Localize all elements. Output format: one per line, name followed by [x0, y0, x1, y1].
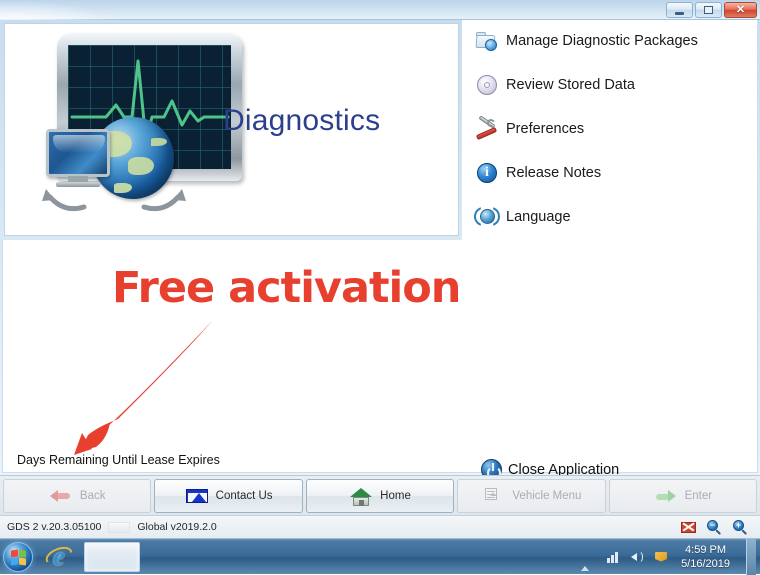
menu-item-label: Manage Diagnostic Packages: [506, 33, 698, 49]
zoom-in-icon[interactable]: +: [733, 519, 748, 535]
back-button[interactable]: Back: [3, 478, 152, 513]
maximize-button[interactable]: [695, 2, 722, 18]
menu-item-label: Preferences: [506, 121, 585, 137]
vehicle-menu-button-label: Vehicle Menu: [512, 489, 582, 502]
start-orb-icon[interactable]: [3, 541, 33, 572]
status-bar-left: GDS 2 v.20.3.05100 Global v2019.2.0: [0, 521, 217, 533]
house-icon: [349, 486, 373, 506]
volume-icon[interactable]: [629, 549, 645, 565]
menu-item-manage-diagnostic-packages[interactable]: Manage Diagnostic Packages: [475, 28, 698, 54]
computer-icon: [46, 129, 110, 187]
global-version-label: Global v2019.2.0: [137, 521, 217, 533]
menu-item-language[interactable]: Language: [474, 204, 571, 230]
app-version-label: GDS 2 v.20.3.05100: [7, 521, 102, 533]
close-icon: ✕: [735, 4, 746, 16]
contact-us-button-label: Contact Us: [215, 489, 273, 502]
home-button[interactable]: Home: [305, 478, 455, 513]
page-title: Diagnostics: [223, 104, 381, 137]
enter-button[interactable]: Enter: [608, 478, 758, 513]
menu-item-label: Release Notes: [506, 165, 602, 181]
vehicle-menu-icon: [481, 486, 505, 506]
envelope-icon: [185, 486, 209, 506]
bottom-button-bar: Back Contact Us Home Vehicle Menu Enter: [0, 475, 760, 515]
menu-item-review-stored-data[interactable]: Review Stored Data: [476, 72, 635, 98]
diagnostics-logo: [30, 29, 242, 224]
taskbar-clock[interactable]: 4:59 PM 5/16/2019: [677, 543, 738, 571]
enter-arrow-icon: [654, 486, 678, 506]
clock-time: 4:59 PM: [685, 543, 727, 556]
maximize-icon: [704, 6, 713, 14]
status-bar-icons: − +: [681, 519, 760, 535]
internet-explorer-icon[interactable]: e: [42, 542, 76, 572]
home-button-label: Home: [380, 489, 411, 502]
menu-item-label: Language: [506, 209, 571, 225]
status-bar: GDS 2 v.20.3.05100 Global v2019.2.0 − +: [0, 515, 760, 538]
clock-date: 5/16/2019: [681, 557, 730, 570]
active-window-task[interactable]: [84, 541, 140, 572]
show-desktop-button[interactable]: [746, 538, 756, 575]
content-area: Diagnostics Manage Diagnostic Packages R…: [0, 20, 760, 489]
back-button-label: Back: [79, 489, 106, 502]
show-hidden-icons[interactable]: [581, 548, 597, 571]
menu-item-preferences[interactable]: Preferences: [475, 115, 585, 142]
contact-us-button[interactable]: Contact Us: [154, 478, 303, 513]
lease-label: Days Remaining Until Lease Expires: [17, 453, 220, 467]
minimize-icon: [675, 11, 684, 15]
tools-icon: [475, 115, 498, 141]
mail-error-icon[interactable]: [681, 520, 696, 535]
zoom-out-icon[interactable]: −: [707, 519, 722, 535]
menu-item-release-notes[interactable]: i Release Notes: [476, 160, 601, 186]
close-button[interactable]: ✕: [724, 2, 757, 18]
windows-taskbar: e 4:59 PM 5/16/2019: [0, 538, 760, 575]
diagnostics-banner-panel: Diagnostics: [4, 23, 459, 236]
info-icon: i: [476, 162, 498, 184]
application-window: ✕ Diagnostics Manage Diagnostic Packages…: [0, 0, 760, 538]
minimize-button[interactable]: [666, 2, 693, 18]
status-separator: [108, 521, 131, 533]
folder-package-icon: [475, 30, 498, 52]
action-center-flag-icon[interactable]: [653, 549, 669, 565]
window-title-bar[interactable]: ✕: [0, 0, 760, 20]
system-tray: 4:59 PM 5/16/2019: [581, 538, 760, 575]
window-controls: ✕: [666, 2, 757, 18]
globe-language-icon: [474, 206, 500, 228]
windows-logo-icon: [11, 549, 27, 566]
network-icon[interactable]: [605, 549, 621, 565]
back-arrow-icon: [49, 486, 73, 506]
main-menu-panel: Manage Diagnostic Packages Review Stored…: [462, 20, 758, 261]
free-activation-annotation: Free activation: [112, 263, 461, 313]
vehicle-menu-button[interactable]: Vehicle Menu: [457, 478, 606, 513]
menu-item-label: Review Stored Data: [506, 77, 635, 93]
enter-button-label: Enter: [684, 489, 713, 502]
red-arrow-annotation: [74, 321, 212, 455]
disc-icon: [476, 74, 498, 96]
